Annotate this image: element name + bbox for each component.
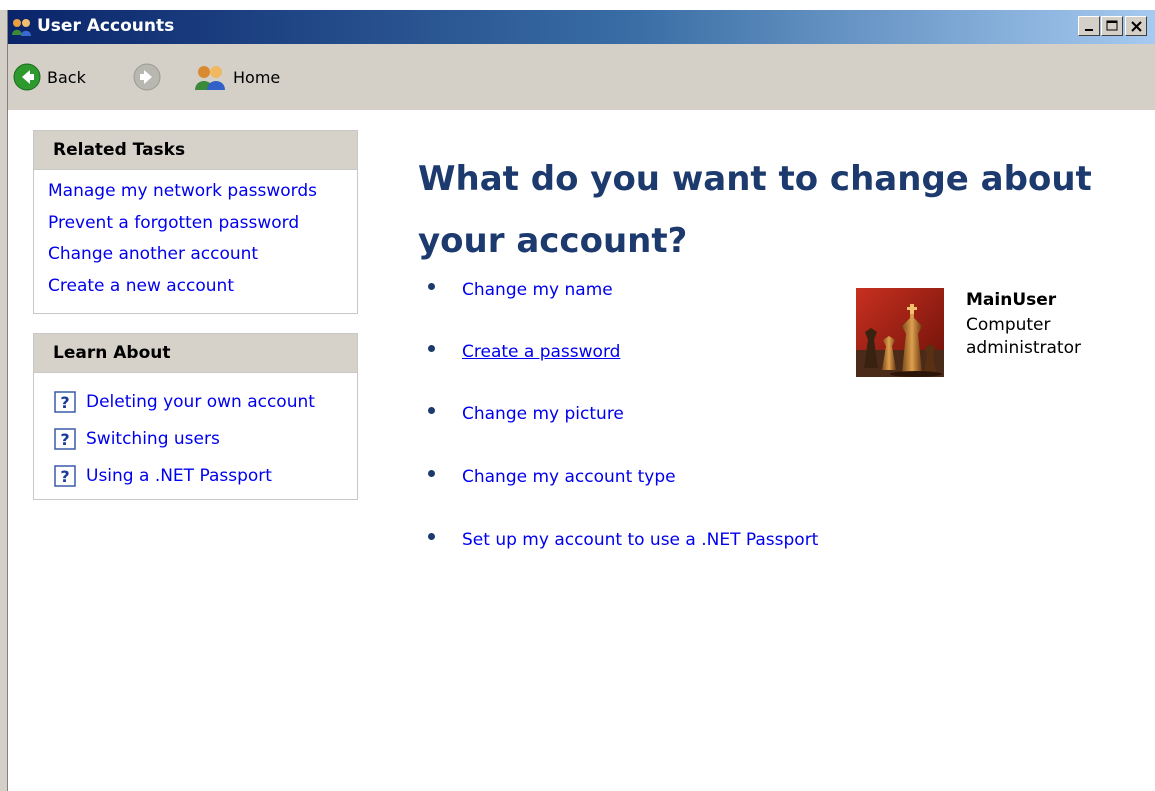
bullet [428, 406, 435, 414]
learn-item-net-passport[interactable]: ? Using a .NET Passport [54, 457, 357, 494]
bullet [428, 532, 435, 540]
learn-about-list: ? Deleting your own account ? Switching … [34, 373, 357, 494]
svg-text:?: ? [60, 467, 69, 486]
learn-item-deleting-account[interactable]: ? Deleting your own account [54, 383, 357, 420]
toolbar: Back Home [7, 44, 1155, 110]
option-change-name[interactable]: Change my name [428, 280, 613, 300]
option-net-passport[interactable]: Set up my account to use a .NET Passport [428, 530, 818, 550]
window-top-edge [0, 0, 1155, 10]
back-label: Back [47, 67, 86, 87]
user-name: MainUser [966, 290, 1057, 310]
create-password-link[interactable]: Create a password [462, 342, 620, 362]
learn-item-label: Switching users [86, 428, 220, 449]
title-bar[interactable]: User Accounts [7, 10, 1155, 44]
maximize-button[interactable] [1101, 16, 1123, 36]
forward-arrow-icon [133, 63, 161, 91]
help-icon: ? [54, 427, 76, 450]
forward-button[interactable] [133, 62, 161, 92]
change-picture-link[interactable]: Change my picture [462, 404, 624, 424]
option-change-picture[interactable]: Change my picture [428, 404, 624, 424]
home-button[interactable]: Home [193, 62, 280, 92]
learn-item-label: Using a .NET Passport [86, 465, 272, 486]
minimize-button[interactable] [1078, 16, 1100, 36]
learn-item-switching-users[interactable]: ? Switching users [54, 420, 357, 457]
svg-text:?: ? [60, 393, 69, 412]
back-button[interactable]: Back [13, 62, 86, 92]
close-icon [1131, 21, 1142, 32]
content-area: Related Tasks Manage my network password… [8, 110, 1155, 791]
learn-item-label: Deleting your own account [86, 391, 315, 412]
back-arrow-icon [13, 63, 41, 91]
prevent-forgotten-password-link[interactable]: Prevent a forgotten password [48, 213, 357, 245]
related-tasks-list: Manage my network passwords Prevent a fo… [34, 170, 357, 307]
help-icon: ? [54, 464, 76, 487]
users-home-icon [195, 66, 225, 90]
change-account-type-link[interactable]: Change my account type [462, 467, 676, 487]
change-another-account-link[interactable]: Change another account [48, 244, 357, 276]
close-button[interactable] [1125, 16, 1147, 36]
home-label: Home [233, 67, 281, 87]
minimize-icon [1085, 29, 1093, 31]
create-new-account-link[interactable]: Create a new account [48, 276, 357, 308]
window-title: User Accounts [37, 16, 175, 36]
maximize-icon [1106, 20, 1118, 31]
svg-text:?: ? [60, 430, 69, 449]
related-tasks-header: Related Tasks [34, 131, 357, 170]
learn-about-header: Learn About [34, 334, 357, 373]
related-tasks-panel: Related Tasks Manage my network password… [33, 130, 358, 314]
change-name-link[interactable]: Change my name [462, 280, 613, 300]
learn-about-panel: Learn About ? Deleting your own account … [33, 333, 358, 500]
net-passport-link[interactable]: Set up my account to use a .NET Passport [462, 530, 818, 550]
bullet [428, 282, 435, 290]
user-accounts-window: User Accounts Back Home Related Tasks Ma… [0, 0, 1155, 791]
bullet [428, 469, 435, 477]
user-role: Computer administrator [966, 315, 1081, 358]
bullet [428, 344, 435, 352]
help-icon: ? [54, 390, 76, 413]
option-create-password[interactable]: Create a password [428, 342, 620, 362]
option-change-account-type[interactable]: Change my account type [428, 467, 676, 487]
page-title: What do you want to change about your ac… [418, 159, 1092, 261]
user-accounts-icon [12, 19, 31, 36]
window-left-edge [0, 10, 8, 791]
user-picture [856, 288, 944, 377]
manage-network-passwords-link[interactable]: Manage my network passwords [48, 181, 357, 213]
